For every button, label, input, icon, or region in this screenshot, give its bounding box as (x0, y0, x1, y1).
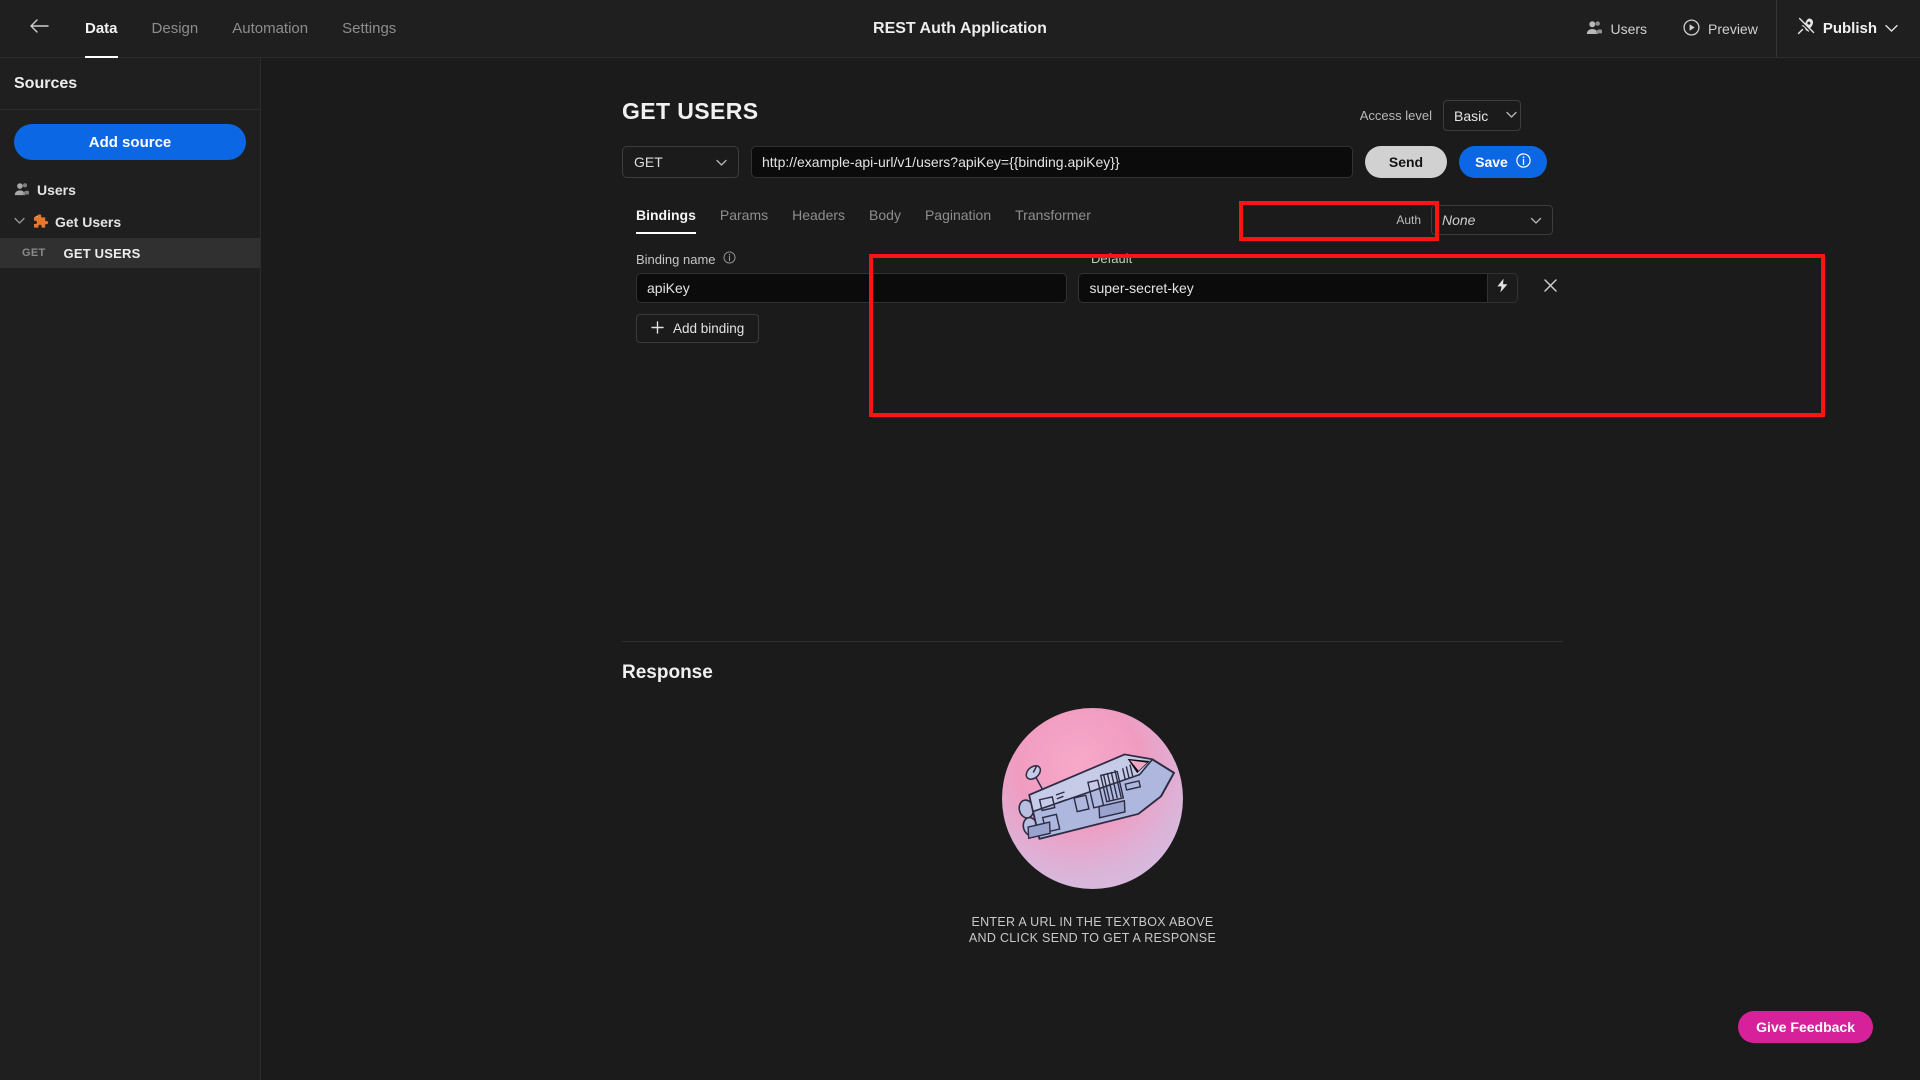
add-source-button[interactable]: Add source (14, 124, 246, 160)
info-circle-icon (1516, 153, 1531, 171)
preview-button-label: Preview (1708, 20, 1758, 37)
response-empty-line2: AND CLICK SEND TO GET A RESPONSE (968, 930, 1217, 945)
add-binding-container: Add binding (622, 314, 1563, 343)
save-button-label: Save (1475, 154, 1508, 170)
play-circle-icon (1683, 18, 1700, 39)
binding-default-header: Default (1091, 251, 1133, 266)
auth-control: Auth None (1396, 205, 1553, 235)
request-url-row: GET http://example-api-url/v1/users?apiK… (622, 146, 1547, 178)
nav-tab-data-label: Data (85, 20, 118, 37)
top-header-actions: Users Preview Publish (1568, 0, 1920, 58)
chevron-down-icon (1506, 110, 1517, 122)
binding-name-input[interactable]: apiKey (636, 273, 1068, 303)
response-title: Response (622, 662, 713, 683)
auth-value: None (1442, 212, 1476, 228)
plus-icon (651, 320, 664, 337)
nav-tab-settings-label: Settings (342, 20, 397, 37)
preview-button[interactable]: Preview (1665, 0, 1776, 58)
lightning-bolt-icon (1496, 278, 1509, 298)
request-url-input[interactable]: http://example-api-url/v1/users?apiKey={… (751, 146, 1353, 178)
chevron-down-icon (716, 154, 727, 170)
http-method-select[interactable]: GET (622, 146, 739, 178)
users-button[interactable]: Users (1568, 0, 1665, 58)
publish-button-label: Publish (1822, 20, 1877, 37)
nav-tab-data[interactable]: Data (68, 0, 135, 58)
users-button-label: Users (1610, 20, 1648, 37)
tab-body[interactable]: Body (857, 207, 913, 234)
auth-select[interactable]: None (1431, 205, 1553, 235)
query-name-label: GET USERS (63, 245, 141, 261)
nav-tab-settings[interactable]: Settings (325, 0, 413, 58)
nav-tab-automation-label: Automation (232, 20, 309, 37)
close-icon (1543, 278, 1558, 298)
request-url-value: http://example-api-url/v1/users?apiKey={… (762, 154, 1120, 170)
sidebar-title: Sources (0, 58, 260, 110)
top-header-bar: Data Design Automation Settings REST Aut… (0, 0, 1920, 58)
save-button[interactable]: Save (1459, 146, 1547, 178)
tab-pagination[interactable]: Pagination (913, 207, 1003, 234)
request-config-panel: Bindings Params Headers Body Pagination … (622, 198, 1563, 366)
chevron-down-icon (1885, 20, 1898, 38)
give-feedback-button[interactable]: Give Feedback (1738, 1011, 1873, 1043)
response-divider (622, 641, 1563, 642)
rest-datasource-icon (32, 213, 49, 232)
response-empty-caption: ENTER A URL IN THE TEXTBOX ABOVE AND CLI… (969, 915, 1216, 946)
sources-sidebar: Sources Add source Users Get Users GET G… (0, 58, 261, 1080)
sidebar-item-get-users-datasource[interactable]: Get Users (0, 206, 260, 238)
remove-binding-button[interactable] (1538, 275, 1563, 301)
http-method-value: GET (634, 154, 663, 170)
send-button[interactable]: Send (1365, 146, 1447, 178)
binding-row: apiKey super-secret-key (622, 273, 1563, 303)
request-config-tabs: Bindings Params Headers Body Pagination … (622, 198, 1563, 242)
nav-tab-design[interactable]: Design (135, 0, 216, 58)
sidebar-query-get-users[interactable]: GET GET USERS (0, 238, 260, 268)
add-binding-label: Add binding (673, 321, 745, 336)
spaceship-illustration (1002, 708, 1183, 889)
sidebar-item-users-label: Users (37, 182, 76, 198)
chevron-down-icon (1530, 212, 1542, 228)
nav-tab-automation[interactable]: Automation (215, 0, 325, 58)
publish-button[interactable]: Publish (1777, 0, 1920, 58)
tab-params-label: Params (719, 207, 769, 223)
sidebar-item-users[interactable]: Users (0, 174, 260, 206)
response-empty-state: ENTER A URL IN THE TEXTBOX ABOVE AND CLI… (622, 708, 1563, 946)
tab-body-label: Body (869, 207, 901, 223)
users-icon (1586, 20, 1603, 38)
info-circle-icon[interactable] (722, 251, 736, 267)
binding-name-label: Binding name (636, 251, 716, 267)
add-binding-button[interactable]: Add binding (636, 314, 760, 343)
tab-headers[interactable]: Headers (780, 207, 857, 234)
add-source-container: Add source (0, 110, 260, 174)
tab-bindings-label: Bindings (636, 207, 696, 223)
tab-transformer[interactable]: Transformer (1003, 207, 1103, 234)
response-empty-line1: ENTER A URL IN THE TEXTBOX ABOVE (971, 915, 1214, 929)
binding-default-input[interactable]: super-secret-key (1078, 273, 1487, 303)
access-level-value: Basic (1454, 107, 1489, 124)
binding-name-value: apiKey (647, 280, 690, 296)
binding-binding-picker-button[interactable] (1486, 273, 1518, 303)
main-nav-tabs: Data Design Automation Settings (68, 0, 413, 58)
binding-column-headers: Binding name Default (622, 251, 1563, 267)
arrow-left-icon (29, 18, 49, 39)
binding-name-header: Binding name (636, 251, 1091, 267)
access-level-control: Access level Basic (1360, 100, 1521, 131)
tab-headers-label: Headers (792, 207, 846, 223)
users-icon (14, 182, 29, 199)
access-level-label: Access level (1359, 108, 1432, 123)
rocket-icon (1797, 17, 1815, 40)
tab-bindings[interactable]: Bindings (636, 207, 708, 234)
access-level-select[interactable]: Basic (1443, 100, 1521, 131)
auth-label: Auth (1396, 213, 1421, 227)
tab-params[interactable]: Params (708, 207, 780, 234)
chevron-down-icon[interactable] (14, 217, 26, 228)
tab-transformer-label: Transformer (1015, 207, 1091, 223)
query-method-label: GET (22, 247, 46, 259)
binding-default-value: super-secret-key (1089, 280, 1194, 296)
back-button[interactable] (22, 12, 56, 46)
tab-pagination-label: Pagination (924, 207, 992, 223)
page-title: GET USERS (622, 98, 759, 124)
main-content: GET USERS Access level Basic GET http://… (261, 58, 1920, 1080)
nav-tab-design-label: Design (151, 20, 199, 37)
sidebar-item-get-users-label: Get Users (55, 214, 122, 230)
